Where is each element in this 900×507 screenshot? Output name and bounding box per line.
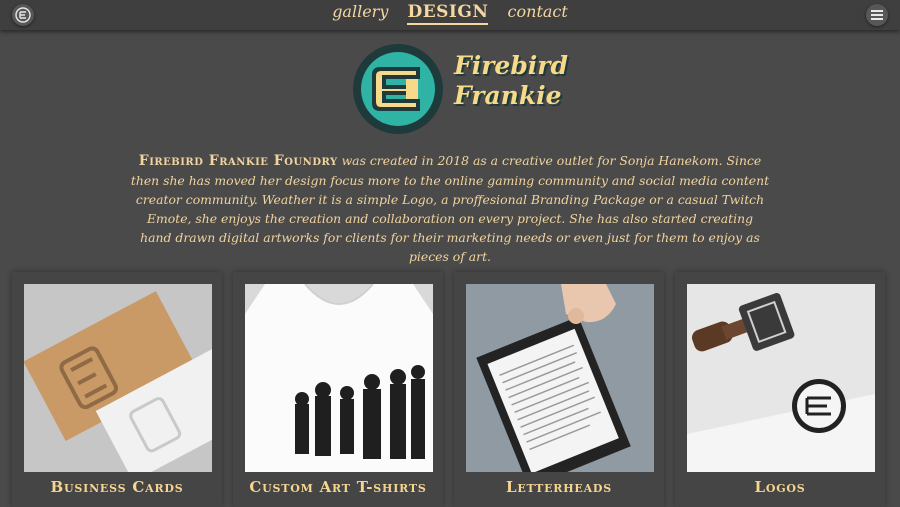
card-title: Logos [754,478,806,496]
brand-wordmark: Firebird Frankie [454,51,568,111]
about-paragraph: Firebird Frankie Foundry was created in … [130,151,770,266]
company-name: Firebird Frankie Foundry [138,153,338,169]
nav-link-design[interactable]: DESIGN [407,2,489,25]
brand-line-2: Frankie [454,81,562,110]
card-custom-art-tshirts[interactable]: Custom Art T-shirts [233,272,443,507]
business-cards-image [24,284,212,472]
top-navigation-bar: gallery DESIGN contact [0,0,900,30]
logo-stamp-image [687,284,875,472]
menu-button[interactable] [866,4,888,26]
brand-logo: Firebird Frankie [352,43,568,135]
main-nav: gallery DESIGN contact [0,2,900,25]
nav-link-contact[interactable]: contact [508,2,568,21]
letterhead-image [466,284,654,472]
service-cards: Business Cards Custom Art T-shirts Lette… [12,272,900,507]
card-letterheads[interactable]: Letterheads [454,272,664,507]
firebird-frankie-logo-icon [353,44,443,134]
card-business-cards[interactable]: Business Cards [12,272,222,507]
brand-line-1: Firebird [454,51,568,80]
nav-link-gallery[interactable]: gallery [332,2,388,21]
about-text: was created in 2018 as a creative outlet… [130,153,770,264]
card-title: Business Cards [50,478,184,496]
card-logos[interactable]: Logos [675,272,885,507]
card-title: Letterheads [505,478,613,496]
card-title: Custom Art T-shirts [249,478,427,496]
tshirt-image [245,284,433,472]
hamburger-menu-icon [871,10,883,20]
